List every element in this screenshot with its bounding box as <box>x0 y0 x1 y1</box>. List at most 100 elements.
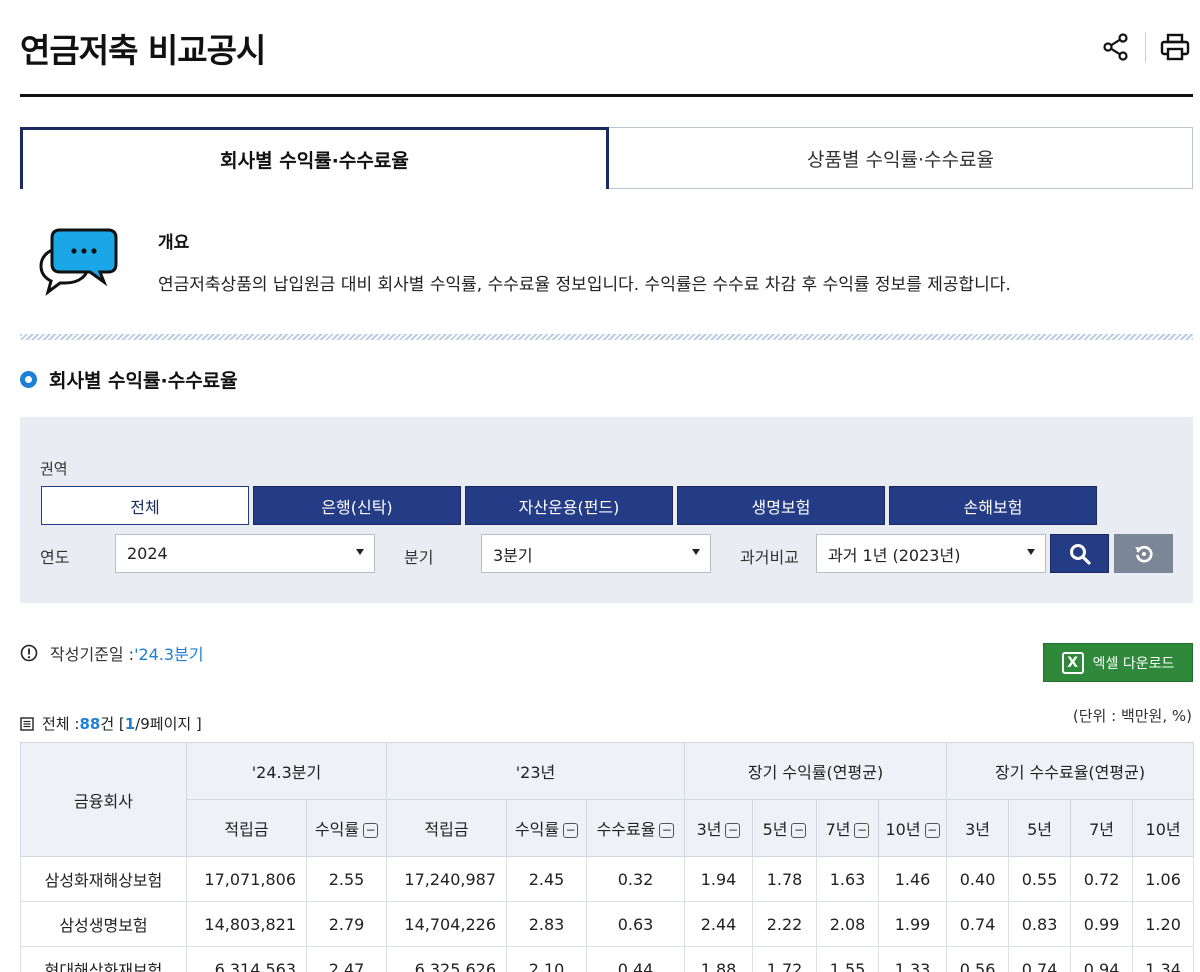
subheader-return[interactable]: 수익률 − <box>306 799 387 857</box>
excel-download-button[interactable]: X 엑셀 다운로드 <box>1043 643 1193 682</box>
quarter-select[interactable]: 3분기 <box>481 534 711 573</box>
table-cell: 14,803,821 <box>186 901 307 947</box>
section-divider <box>20 334 1193 340</box>
print-button[interactable] <box>1158 30 1192 64</box>
filter-panel: 권역 전체 은행(신탁) 자산운용(펀드) 생명보험 손해보험 연도 2024 … <box>20 417 1193 603</box>
region-fund-button[interactable]: 자산운용(펀드) <box>465 486 673 525</box>
region-life-insurance-button[interactable]: 생명보험 <box>677 486 885 525</box>
subheader-fee-rate[interactable]: 수수료율 − <box>585 799 686 857</box>
subheader-3y[interactable]: 3년 − <box>684 799 754 857</box>
sort-toggle-icon[interactable]: − <box>924 823 940 838</box>
dropdown-arrow-icon <box>1027 549 1035 555</box>
table-cell: 0.83 <box>1008 901 1072 947</box>
table-cell: 0.72 <box>1070 856 1134 902</box>
table-cell: 2.10 <box>506 946 587 972</box>
table-cell: 2.79 <box>306 901 387 947</box>
subheader-7y-fee: 7년 <box>1070 799 1134 857</box>
table-cell: 1.33 <box>878 946 948 972</box>
compare-label: 과거비교 <box>740 548 799 567</box>
sort-toggle-icon[interactable]: − <box>854 823 870 838</box>
table-cell: 2.22 <box>752 901 818 947</box>
dropdown-arrow-icon <box>692 549 700 555</box>
page-title: 연금저축 비교공시 <box>20 31 266 70</box>
subheader-10y[interactable]: 10년 − <box>878 799 948 857</box>
search-button[interactable] <box>1050 534 1109 573</box>
table-cell: 17,240,987 <box>386 856 507 902</box>
compare-select-value: 과거 1년 (2023년) <box>828 545 961 565</box>
table-cell: 2.45 <box>506 856 587 902</box>
quarter-label: 분기 <box>404 548 434 567</box>
top-tools <box>1099 30 1192 64</box>
table-cell: 1.63 <box>816 856 880 902</box>
table-cell: 0.32 <box>585 856 686 902</box>
company-header: 금융회사 <box>20 742 187 857</box>
subheader-3y-fee: 3년 <box>946 799 1010 857</box>
table-row: 삼성화재해상보험 17,071,806 2.55 17,240,987 2.45… <box>20 856 1195 902</box>
table-cell: 0.74 <box>946 901 1010 947</box>
tab-product[interactable]: 상품별 수익률·수수료율 <box>609 127 1193 189</box>
current-page: 1 <box>124 714 136 733</box>
table-row: 현대해상화재보험 6,314,563 2.47 6,325,626 2.10 0… <box>20 946 1195 972</box>
compare-select[interactable]: 과거 1년 (2023년) <box>816 534 1046 573</box>
table-cell: 1.20 <box>1132 901 1195 947</box>
table-cell: 1.34 <box>1132 946 1195 972</box>
table-cell: 0.74 <box>1008 946 1072 972</box>
sort-toggle-icon[interactable]: − <box>563 823 579 838</box>
table-cell: 0.99 <box>1070 901 1134 947</box>
table-subheader-row: 적립금 수익률 − 적립금 수익률 − 수수료율 − 3년 − 5년 − 7년 − 10년 −… <box>21 799 1195 857</box>
sort-toggle-icon[interactable]: − <box>363 823 379 838</box>
overview-title: 개요 <box>158 233 190 253</box>
main-tabs: 회사별 수익률·수수료율 상품별 수익률·수수료율 <box>20 127 1193 189</box>
table-cell: 2.44 <box>684 901 754 947</box>
dropdown-arrow-icon <box>356 549 364 555</box>
table-cell: 1.88 <box>684 946 754 972</box>
reset-button[interactable] <box>1114 534 1173 573</box>
table-cell: 2.55 <box>306 856 387 902</box>
subheader-return[interactable]: 수익률 − <box>506 799 587 857</box>
table-cell: 0.44 <box>585 946 686 972</box>
table-cell: 1.99 <box>878 901 948 947</box>
table-cell: 17,071,806 <box>186 856 307 902</box>
table-cell: 1.06 <box>1132 856 1195 902</box>
region-bank-button[interactable]: 은행(신탁) <box>253 486 461 525</box>
sort-toggle-icon[interactable]: − <box>725 823 741 838</box>
section-title: 회사별 수익률·수수료율 <box>20 366 238 393</box>
table-cell: 2.08 <box>816 901 880 947</box>
tab-company[interactable]: 회사별 수익률·수수료율 <box>20 127 609 189</box>
region-nonlife-insurance-button[interactable]: 손해보험 <box>889 486 1097 525</box>
share-button[interactable] <box>1099 30 1133 64</box>
group-header-2023: '23년 <box>385 742 686 800</box>
subheader-10y-fee: 10년 <box>1132 799 1195 857</box>
company-name-cell[interactable]: 삼성생명보험 <box>20 901 187 947</box>
subheader-7y[interactable]: 7년 − <box>816 799 880 857</box>
company-return-table: 금융회사 '24.3분기 '23년 장기 수익률(연평균) 장기 수수료율(연평… <box>20 742 1195 972</box>
speech-bubble-icon <box>38 226 120 300</box>
unit-note: (단위 : 백만원, %) <box>1072 707 1192 725</box>
print-icon <box>1160 33 1190 61</box>
region-all-button[interactable]: 전체 <box>41 486 249 525</box>
excel-icon: X <box>1061 651 1084 674</box>
table-cell: 6,314,563 <box>186 946 307 972</box>
region-button-group: 전체 은행(신탁) 자산운용(펀드) 생명보험 손해보험 <box>41 486 1101 525</box>
overview: 개요 연금저축상품의 납입원금 대비 회사별 수익률, 수수료율 정보입니다. … <box>20 210 1193 320</box>
subheader-5y[interactable]: 5년 − <box>752 799 818 857</box>
table-cell: 6,325,626 <box>386 946 507 972</box>
bullet-icon <box>20 371 37 388</box>
subheader-5y-fee: 5년 <box>1008 799 1072 857</box>
table-cell: 14,704,226 <box>386 901 507 947</box>
company-name-cell[interactable]: 삼성화재해상보험 <box>20 856 187 902</box>
region-label: 권역 <box>40 460 68 478</box>
table-cell: 1.78 <box>752 856 818 902</box>
count-value: 88 <box>79 714 101 733</box>
sort-toggle-icon[interactable]: − <box>659 823 675 838</box>
result-count: 전체 : 88 건 [ 1 /9페이지 ] <box>20 713 202 734</box>
table-cell: 2.47 <box>306 946 387 972</box>
table-cell: 0.55 <box>1008 856 1072 902</box>
table-row: 삼성생명보험 14,803,821 2.79 14,704,226 2.83 0… <box>20 901 1195 947</box>
company-name-cell[interactable]: 현대해상화재보험 <box>20 946 187 972</box>
table-cell: 1.46 <box>878 856 948 902</box>
year-select[interactable]: 2024 <box>115 534 375 573</box>
subheader-reserve: 적립금 <box>386 799 507 857</box>
sort-toggle-icon[interactable]: − <box>791 823 807 838</box>
table-cell: 1.72 <box>752 946 818 972</box>
